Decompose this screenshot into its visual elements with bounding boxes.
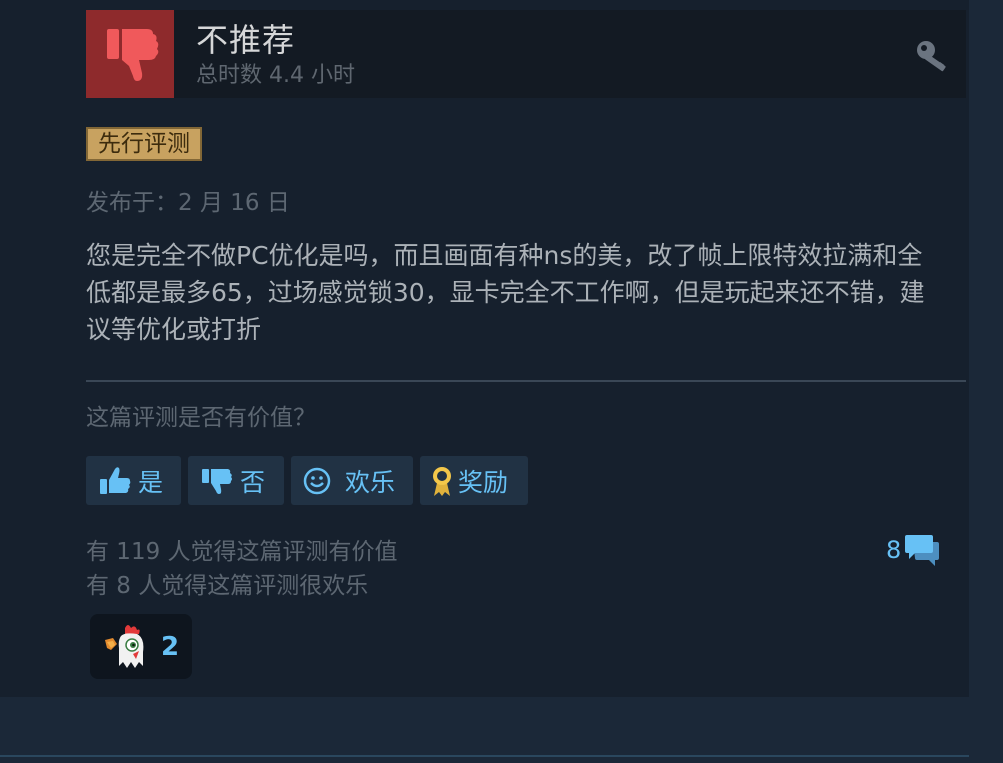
chicken-award-icon [104,624,144,668]
award-label: 奖励 [458,467,509,497]
funny-count: 有 8 人觉得这篇评测很欢乐 [86,573,369,599]
posted-date: 发布于：2 月 16 日 [86,190,290,216]
award-ribbon-icon [433,466,451,496]
vote-yes-label: 是 [138,467,164,497]
vote-no-button[interactable]: 否 [188,456,284,505]
award-button[interactable]: 奖励 [420,456,528,505]
comment-count: 8 [886,536,902,564]
vote-no-label: 否 [240,467,266,497]
thumbs-down-icon [202,468,232,494]
not-recommended-thumb [86,10,174,98]
thumbs-down-icon [107,29,159,81]
award-count: 2 [160,631,180,662]
review-text: 您是完全不做PC优化是吗，而且画面有种ns的美，改了帧上限特效拉满和全低都是最多… [86,241,925,344]
thumbs-up-icon [100,466,131,494]
smiley-icon [303,467,331,494]
speech-bubbles-icon [905,535,940,566]
comments-link[interactable]: 8 [886,532,941,568]
divider [86,380,966,382]
vote-yes-button[interactable]: 是 [86,456,181,505]
bottom-divider [0,755,969,757]
vote-funny-label: 欢乐 [345,467,396,497]
helpful-count: 有 119 人觉得这篇评测有价值 [86,539,398,565]
award-chip[interactable]: 2 [90,614,192,679]
review-header: 不推荐 总时数 4.4 小时 [86,10,966,98]
hours-played: 总时数 4.4 小时 [196,63,355,88]
vote-funny-button[interactable]: 欢乐 [291,456,413,505]
key-icon [914,38,954,78]
early-access-review-badge: 先行评测 [86,127,202,161]
review-verdict: 不推荐 [196,21,296,59]
helpful-question: 这篇评测是否有价值？ [86,405,316,431]
review-panel: 不推荐 总时数 4.4 小时 先行评测 发布于：2 月 16 日 您是完全不做P… [0,0,969,697]
